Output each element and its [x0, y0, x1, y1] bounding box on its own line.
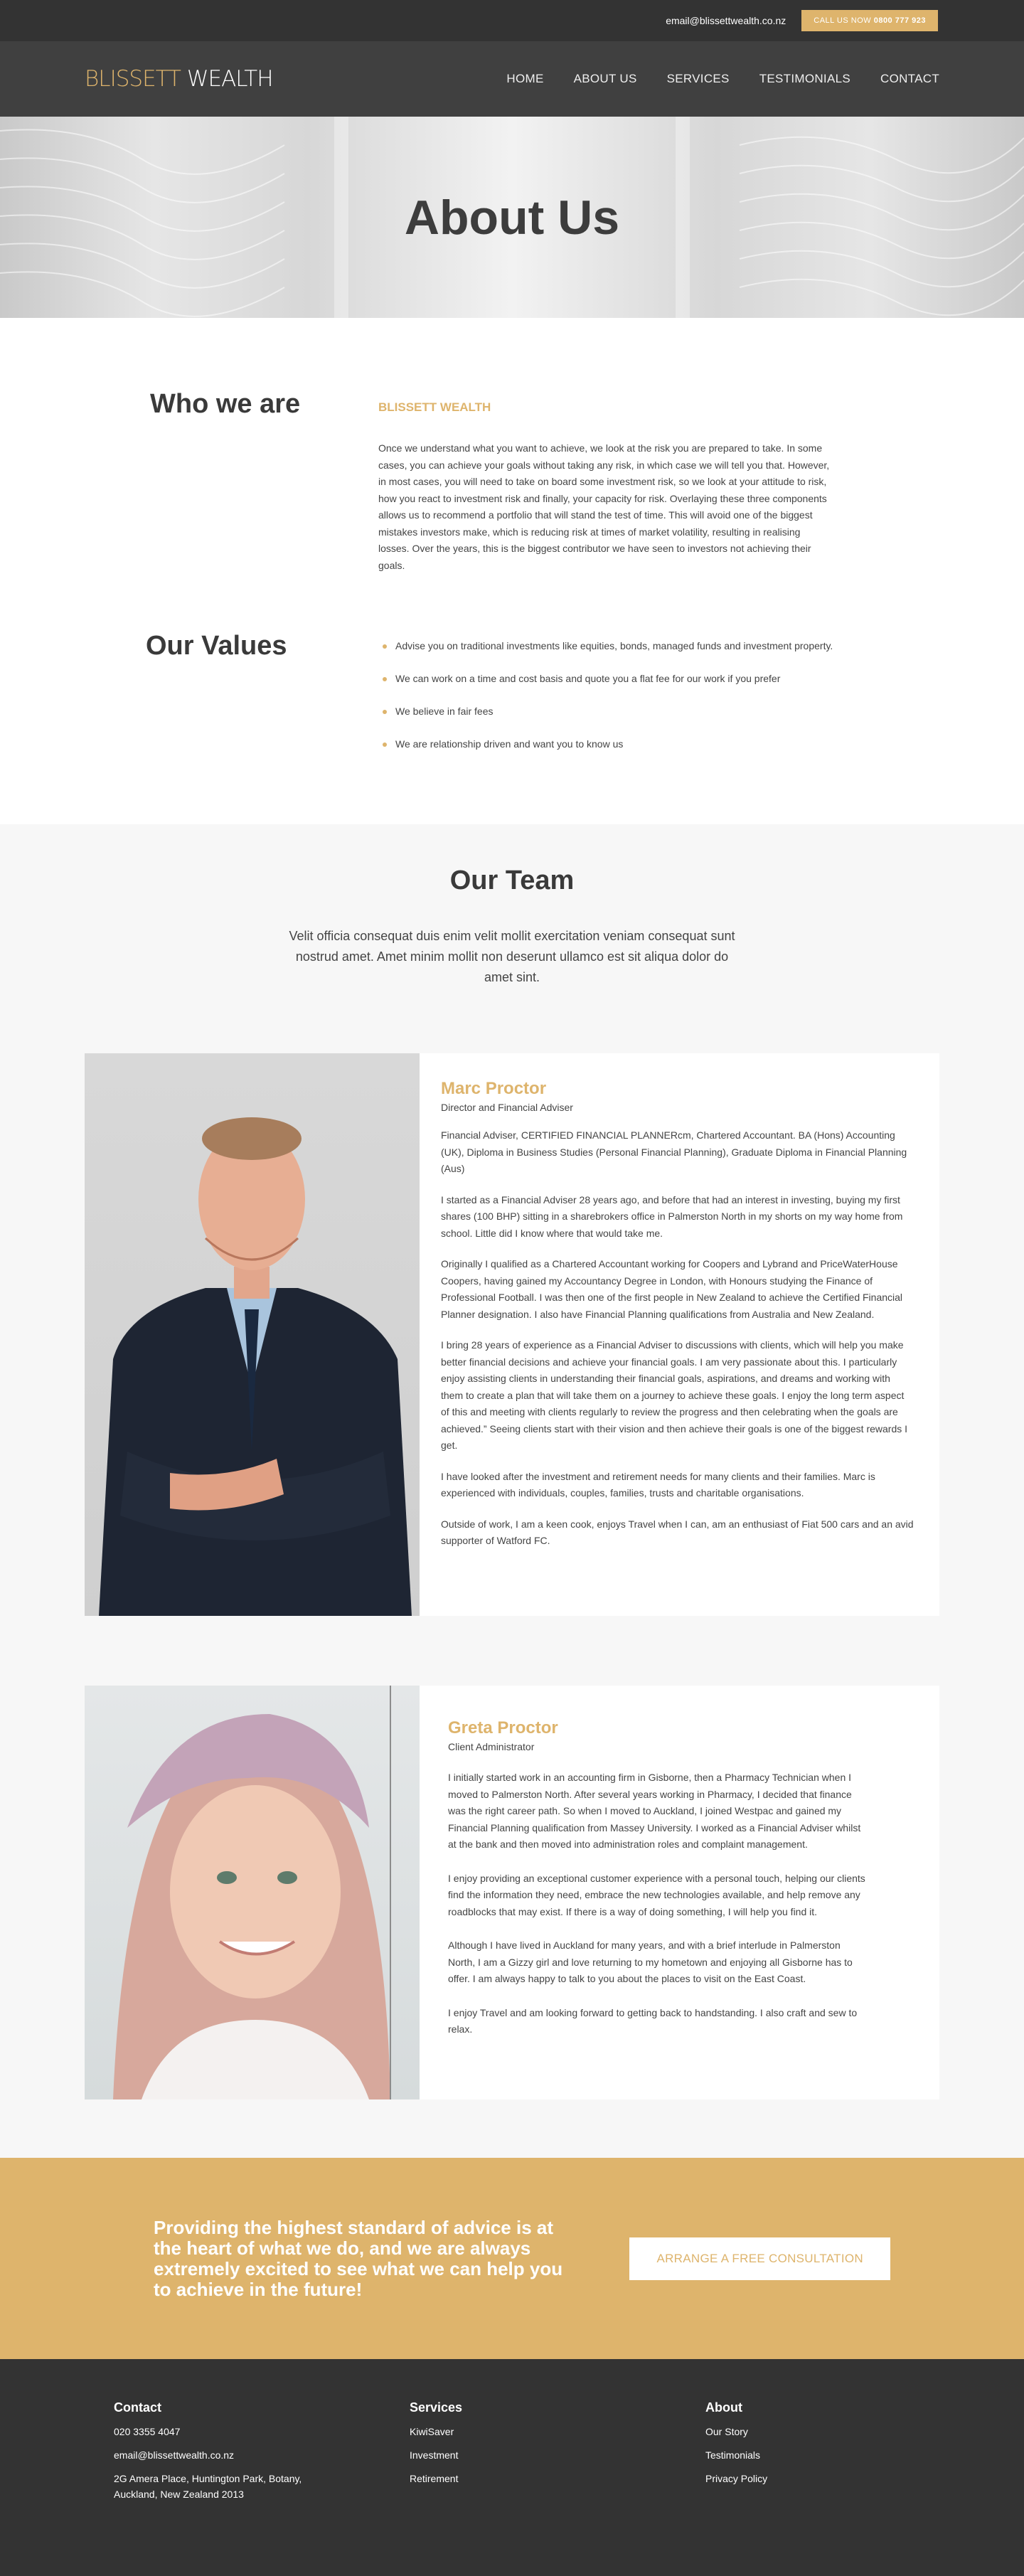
member-bio-paragraph: I enjoy Travel and am looking forward to…: [448, 2006, 858, 2035]
nav-item-home[interactable]: HOME: [506, 72, 543, 86]
top-bar: email@blissettwealth.co.nz CALL US NOW 0…: [0, 0, 1024, 41]
bullet-icon: [383, 743, 387, 747]
values-list: Advise you on traditional investments li…: [378, 638, 833, 752]
call-us-button[interactable]: CALL US NOW 0800 777 923: [801, 10, 938, 31]
footer-link-investment[interactable]: Investment: [410, 2447, 705, 2463]
logo[interactable]: BLISSETT WEALTH: [85, 66, 274, 92]
footer-address: 2G Amera Place, Huntington Park, Botany,…: [114, 2473, 302, 2500]
values-section: Our Values Advise you on traditional inv…: [0, 631, 1024, 769]
member-bio-paragraph: I initially started work in an accountin…: [448, 1772, 861, 1850]
greta-photo: [85, 1686, 420, 2099]
member-bio-paragraph: Originally I qualified as a Chartered Ac…: [441, 1258, 903, 1320]
member-bio-paragraph: I started as a Financial Adviser 28 year…: [441, 1193, 903, 1239]
footer-heading: About: [705, 2400, 742, 2415]
main-nav: BLISSETT WEALTH HOME ABOUT US SERVICES T…: [0, 41, 1024, 117]
footer-email[interactable]: email@blissettwealth.co.nz: [114, 2447, 410, 2463]
footer: Contact 020 3355 4047 email@blissettweal…: [0, 2359, 1024, 2576]
bullet-icon: [383, 677, 387, 681]
nav-item-services[interactable]: SERVICES: [667, 72, 730, 86]
footer-heading: Contact: [114, 2400, 161, 2415]
who-heading: Who we are: [150, 389, 301, 419]
member-name: Greta Proctor: [448, 1718, 558, 1737]
cta-banner: Providing the highest standard of advice…: [0, 2158, 1024, 2359]
footer-about: About Our Story Testimonials Privacy Pol…: [705, 2400, 1001, 2576]
team-heading: Our Team: [449, 866, 575, 895]
list-item: We believe in fair fees: [378, 703, 833, 720]
footer-services: Services KiwiSaver Investment Retirement: [410, 2400, 705, 2576]
who-we-are-section: Who we are BLISSETT WEALTH Once we under…: [0, 318, 1024, 797]
member-bio-paragraph: I bring 28 years of experience as a Fina…: [441, 1339, 908, 1451]
member-bio-paragraph: Financial Adviser, CERTIFIED FINANCIAL P…: [441, 1129, 907, 1174]
member-bio-paragraph: I enjoy providing an exceptional custome…: [448, 1872, 865, 1917]
footer-heading: Services: [410, 2400, 463, 2415]
team-card-marc: Marc Proctor Director and Financial Advi…: [85, 1053, 939, 1616]
nav-item-testimonials[interactable]: TESTIMONIALS: [759, 72, 850, 86]
call-label: CALL US NOW: [814, 16, 872, 25]
values-heading: Our Values: [146, 631, 287, 661]
who-label: BLISSETT WEALTH: [378, 400, 491, 414]
member-name: Marc Proctor: [441, 1079, 547, 1098]
member-role: Client Administrator: [448, 1741, 535, 1752]
member-bio-paragraph: Outside of work, I am a keen cook, enjoy…: [441, 1518, 914, 1547]
topbar-email-link[interactable]: email@blissettwealth.co.nz: [666, 15, 786, 26]
team-intro: Velit officia consequat duis enim velit …: [289, 929, 735, 984]
hero-banner: About Us: [0, 117, 1024, 318]
marc-photo: [85, 1053, 420, 1616]
value-text: Advise you on traditional investments li…: [395, 640, 833, 651]
logo-part1: BLISSETT: [85, 66, 181, 92]
footer-contact: Contact 020 3355 4047 email@blissettweal…: [114, 2400, 410, 2576]
team-card-greta: Greta Proctor Client Administrator I ini…: [85, 1686, 939, 2099]
value-text: We can work on a time and cost basis and…: [395, 673, 781, 684]
footer-link-testimonials[interactable]: Testimonials: [705, 2447, 1001, 2463]
list-item: Advise you on traditional investments li…: [378, 638, 833, 654]
footer-link-retirement[interactable]: Retirement: [410, 2471, 705, 2486]
nav-item-contact[interactable]: CONTACT: [880, 72, 939, 86]
team-section: Our Team Velit officia consequat duis en…: [0, 824, 1024, 2158]
footer-link-privacy[interactable]: Privacy Policy: [705, 2471, 1001, 2486]
call-number: 0800 777 923: [873, 16, 926, 25]
page-title: About Us: [404, 190, 620, 245]
value-text: We believe in fair fees: [395, 706, 494, 717]
member-bio-paragraph: I have looked after the investment and r…: [441, 1470, 875, 1499]
nav-item-about[interactable]: ABOUT US: [574, 72, 637, 86]
nav-menu: HOME ABOUT US SERVICES TESTIMONIALS CONT…: [506, 72, 939, 86]
free-consultation-button[interactable]: ARRANGE A FREE CONSULTATION: [629, 2237, 890, 2280]
bullet-icon: [383, 710, 387, 714]
bullet-icon: [383, 644, 387, 649]
member-role: Director and Financial Adviser: [441, 1102, 573, 1113]
list-item: We are relationship driven and want you …: [378, 736, 833, 752]
logo-part2: WEALTH: [186, 66, 274, 92]
footer-link-kiwisaver[interactable]: KiwiSaver: [410, 2424, 705, 2439]
footer-link-our-story[interactable]: Our Story: [705, 2424, 1001, 2439]
footer-phone[interactable]: 020 3355 4047: [114, 2424, 410, 2439]
value-text: We are relationship driven and want you …: [395, 738, 624, 750]
cta-text: Providing the highest standard of advice…: [154, 2216, 563, 2300]
member-bio-paragraph: Although I have lived in Auckland for ma…: [448, 1939, 853, 1984]
who-text: Once we understand what you want to achi…: [378, 442, 830, 571]
list-item: We can work on a time and cost basis and…: [378, 671, 833, 687]
